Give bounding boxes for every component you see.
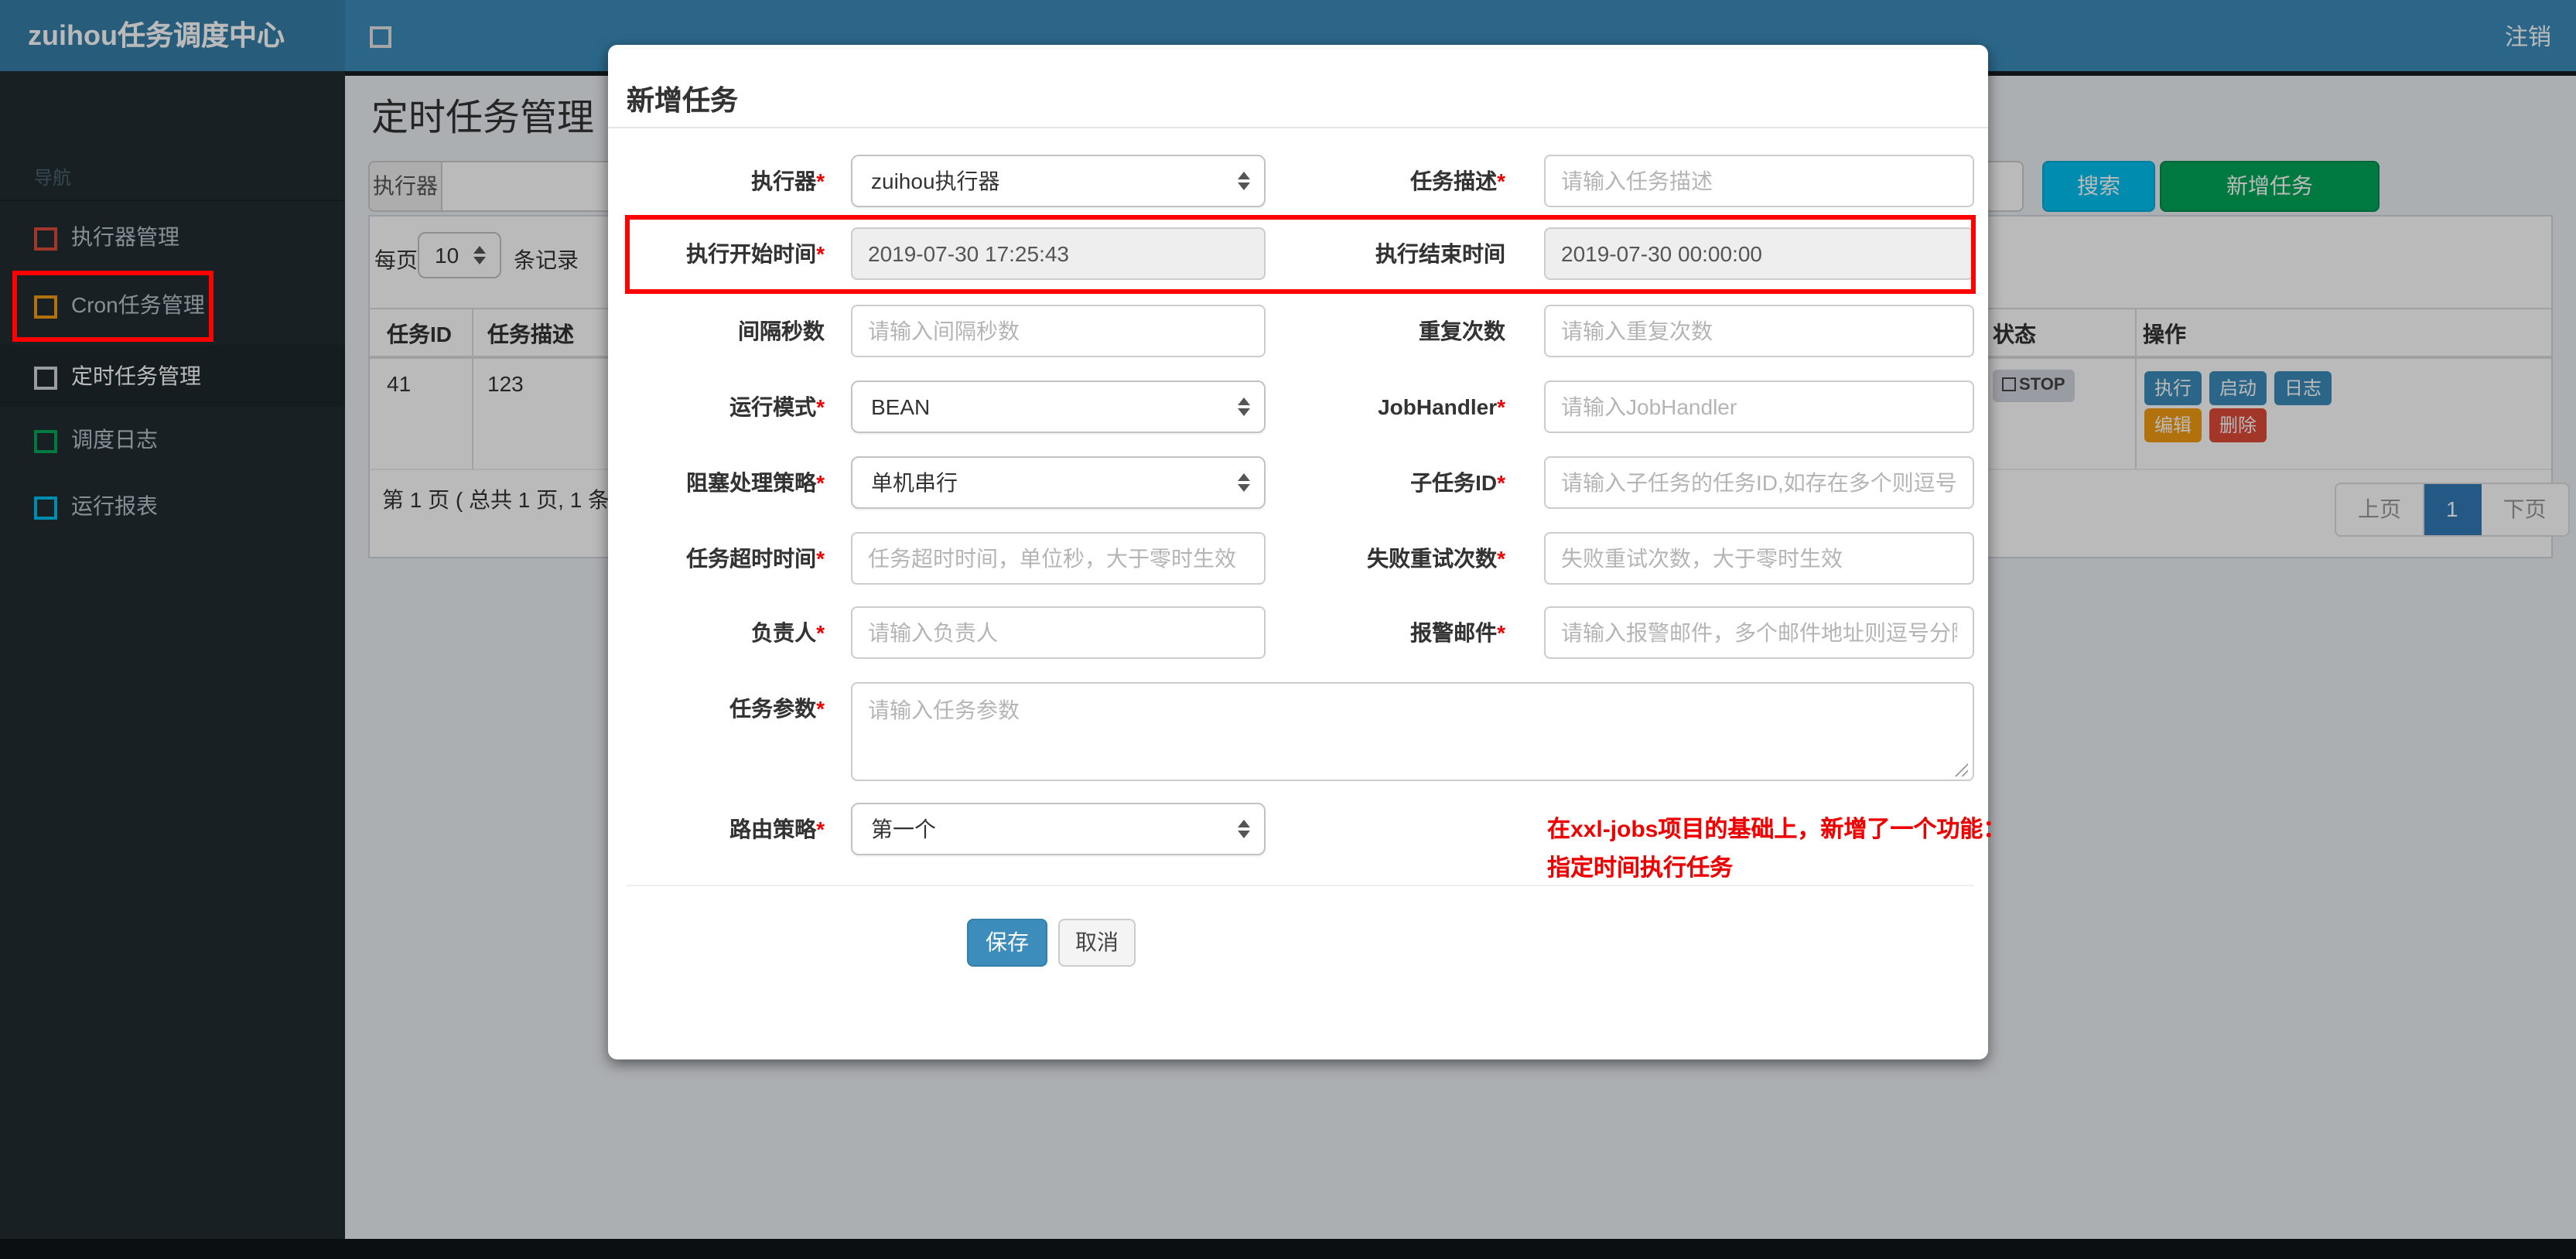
modal-footer-divider bbox=[627, 885, 1974, 886]
save-button[interactable]: 保存 bbox=[967, 919, 1047, 967]
executor-label: 执行器* bbox=[751, 169, 825, 193]
block-strategy-label: 阻塞处理策略* bbox=[686, 470, 825, 495]
fail-retry-label: 失败重试次数* bbox=[1367, 546, 1505, 571]
executor-select[interactable]: zuihou执行器 bbox=[851, 155, 1266, 207]
annotation-note-line1: 在xxl-jobs项目的基础上，新增了一个功能： bbox=[1547, 817, 2007, 843]
start-time-label: 执行开始时间* bbox=[686, 241, 825, 266]
select-arrows-icon bbox=[1238, 820, 1250, 838]
child-job-id-label: 子任务ID* bbox=[1410, 470, 1505, 495]
end-time-label: 执行结束时间 bbox=[1375, 241, 1505, 266]
select-arrows-icon bbox=[1238, 172, 1250, 190]
job-handler-input[interactable] bbox=[1544, 380, 1974, 433]
select-arrows-icon bbox=[1238, 473, 1250, 492]
timeout-label: 任务超时时间* bbox=[686, 546, 825, 571]
repeat-count-input[interactable] bbox=[1544, 305, 1974, 357]
start-time-input[interactable] bbox=[851, 227, 1266, 280]
job-desc-label: 任务描述* bbox=[1410, 169, 1505, 193]
job-param-textarea[interactable] bbox=[851, 682, 1974, 781]
owner-input[interactable] bbox=[851, 606, 1266, 659]
annotation-note-line2: 指定时间执行任务 bbox=[1547, 855, 1734, 882]
interval-label: 间隔秒数 bbox=[738, 319, 825, 343]
alarm-email-label: 报警邮件* bbox=[1410, 620, 1505, 645]
end-time-input[interactable] bbox=[1544, 227, 1974, 280]
block-strategy-select[interactable]: 单机串行 bbox=[851, 456, 1266, 509]
app-root: zuihou任务调度中心 注销 导航 执行器管理 Cron任务管理 定时任务管理… bbox=[0, 0, 2576, 1259]
job-param-label: 任务参数* bbox=[729, 696, 825, 721]
job-handler-label: JobHandler* bbox=[1378, 394, 1505, 419]
cancel-button[interactable]: 取消 bbox=[1058, 919, 1136, 967]
alarm-email-input[interactable] bbox=[1544, 606, 1974, 659]
child-job-id-input[interactable] bbox=[1544, 456, 1974, 509]
run-mode-label: 运行模式* bbox=[729, 394, 825, 419]
select-arrows-icon bbox=[1238, 397, 1250, 416]
job-desc-input[interactable] bbox=[1544, 155, 1974, 207]
modal-title: 新增任务 bbox=[627, 85, 738, 116]
route-strategy-label: 路由策略* bbox=[729, 817, 825, 841]
run-mode-select[interactable]: BEAN bbox=[851, 380, 1266, 433]
interval-input[interactable] bbox=[851, 305, 1266, 357]
route-strategy-select[interactable]: 第一个 bbox=[851, 803, 1266, 855]
timeout-input[interactable] bbox=[851, 532, 1266, 585]
add-job-modal: 新增任务 执行器* zuihou执行器 任务描述* 执行开始时间* 执行结束时间… bbox=[608, 45, 2006, 1059]
modal-header-divider bbox=[608, 127, 1988, 128]
repeat-count-label: 重复次数 bbox=[1419, 319, 1505, 343]
fail-retry-input[interactable] bbox=[1544, 532, 1974, 585]
owner-label: 负责人* bbox=[751, 620, 825, 645]
